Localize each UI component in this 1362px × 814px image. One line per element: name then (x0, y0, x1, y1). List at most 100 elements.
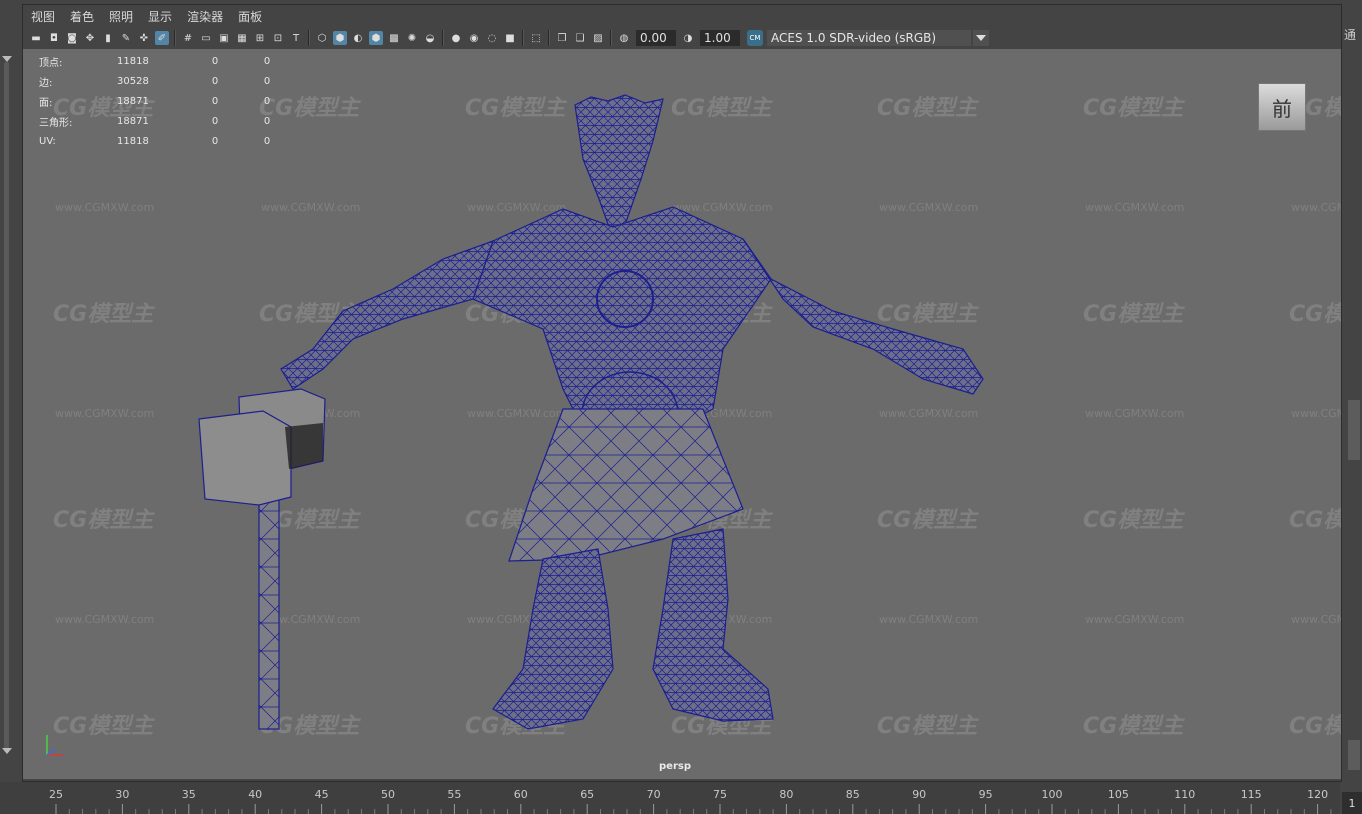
select-camera-icon[interactable]: ▬ (29, 31, 43, 45)
hud-stat-total: 11818 (117, 55, 149, 67)
hud-stat-selected: 0 (211, 135, 219, 147)
hud-stat-extra: 0 (263, 75, 271, 87)
image-plane-icon[interactable]: ✥ (83, 31, 97, 45)
ambient-occlusion-icon[interactable]: ● (449, 31, 463, 45)
bookmarks-icon[interactable]: ◙ (65, 31, 79, 45)
grid-icon[interactable]: # (181, 31, 195, 45)
timeline-ruler[interactable]: 25 30 35 40 45 50 55 60 65 70 75 80 85 90 95 100 105 110 1… (0, 782, 1340, 814)
chevron-down-icon[interactable] (973, 30, 989, 46)
scroll-down-arrow-icon[interactable] (2, 748, 12, 754)
pencil-tool-icon[interactable]: ✐ (155, 31, 169, 45)
shadows-icon[interactable]: ◒ (423, 31, 437, 45)
field-chart-icon[interactable]: ⊞ (253, 31, 267, 45)
hud-stat-label: 边: (39, 77, 53, 89)
hud-stat-extra: 0 (263, 55, 271, 67)
isolate-select-icon[interactable]: ⬚ (529, 31, 543, 45)
right-panel-handle[interactable] (1348, 400, 1360, 460)
resolution-gate-icon[interactable]: ▣ (217, 31, 231, 45)
hud-stat-row: 边: 30528 0 0 (39, 71, 287, 91)
default-material-icon[interactable]: ◐ (351, 31, 365, 45)
timeline-tick-label: 120 (1307, 788, 1328, 801)
hud-stat-row: UV: 11818 0 0 (39, 131, 287, 151)
hud-stat-label: 三角形: (39, 117, 73, 129)
bookmark-icon[interactable]: ▮ (101, 31, 115, 45)
timeline-tick-label: 95 (979, 788, 993, 801)
hud-stat-label: UV: (39, 135, 56, 147)
smooth-shade-icon[interactable]: ⬢ (333, 31, 347, 45)
view-cube-front[interactable]: 前 (1258, 83, 1306, 131)
lights-icon[interactable]: ✺ (405, 31, 419, 45)
safe-title-icon[interactable]: T (289, 31, 303, 45)
hud-stat-extra: 0 (263, 135, 271, 147)
timeline-tick-label: 75 (713, 788, 727, 801)
hud-stat-total: 30528 (117, 75, 149, 87)
hud-stat-selected: 0 (211, 55, 219, 67)
motion-blur-icon[interactable]: ◉ (467, 31, 481, 45)
right-side-strip: 通 (1340, 0, 1362, 780)
hammer-weapon[interactable] (198, 388, 326, 730)
time-slider[interactable]: 25 30 35 40 45 50 55 60 65 70 75 80 85 90 95 100 105 110 1… (0, 782, 1340, 814)
timeline-tick-label: 25 (49, 788, 63, 801)
2d-pan-icon[interactable]: ✜ (137, 31, 151, 45)
gate-mask-icon[interactable]: ▦ (235, 31, 249, 45)
gamma-icon[interactable]: ◑ (681, 31, 695, 45)
wireframe-icon[interactable]: ⬡ (315, 31, 329, 45)
menu-shading[interactable]: 着色 (70, 8, 94, 25)
timeline-tick-label: 60 (514, 788, 528, 801)
color-management-icon[interactable]: CM (747, 30, 763, 46)
xray-active-icon[interactable]: ❑ (573, 31, 587, 45)
timeline-tick-label: 85 (846, 788, 860, 801)
hud-stat-row: 顶点: 11818 0 0 (39, 51, 287, 71)
menu-show[interactable]: 显示 (148, 8, 172, 25)
timeline-tick-label: 40 (248, 788, 262, 801)
gamma-field[interactable]: 1.00 (700, 30, 740, 46)
hud-stat-selected: 0 (211, 75, 219, 87)
backface-culling-icon[interactable]: ▨ (591, 31, 605, 45)
timeline-tick-label: 110 (1174, 788, 1195, 801)
safe-action-icon[interactable]: ⊡ (271, 31, 285, 45)
timeline-tick-label: 90 (912, 788, 926, 801)
timeline-tick-label: 115 (1241, 788, 1262, 801)
timeline-tick-label: 105 (1108, 788, 1129, 801)
menu-renderer[interactable]: 渲染器 (187, 8, 223, 25)
panel-toolbar: ▬ ◘ ◙ ✥ ▮ ✎ ✜ ✐ # ▭ ▣ ▦ ⊞ ⊡ T ⬡ ⬢ ◐ ⬢ ▩ … (23, 27, 1341, 49)
timeline-tick-label: 80 (779, 788, 793, 801)
hud-stat-total: 18871 (117, 115, 149, 127)
vertical-scrollbar[interactable] (4, 62, 9, 752)
timeline-tick-label: 65 (580, 788, 594, 801)
creature-body[interactable] (280, 94, 984, 730)
hud-stat-label: 顶点: (39, 57, 63, 69)
menu-panels[interactable]: 面板 (238, 8, 262, 25)
depth-of-field-icon[interactable]: ■ (503, 31, 517, 45)
hud-stat-total: 11818 (117, 135, 149, 147)
hud-stat-total: 18871 (117, 95, 149, 107)
exposure-icon[interactable]: ◍ (617, 31, 631, 45)
panel-menubar: 视图 着色 照明 显示 渲染器 面板 (23, 5, 1341, 27)
antialiasing-icon[interactable]: ◌ (485, 31, 499, 45)
hud-stat-row: 面: 18871 0 0 (39, 91, 287, 111)
camera-name-label: persp (659, 761, 691, 772)
xray-icon[interactable]: ▩ (387, 31, 401, 45)
timeline-tick-label: 45 (315, 788, 329, 801)
film-gate-icon[interactable]: ▭ (199, 31, 213, 45)
hud-stat-extra: 0 (263, 95, 271, 107)
left-scroll-strip[interactable] (0, 0, 22, 780)
menu-lighting[interactable]: 照明 (109, 8, 133, 25)
timeline-tick-label: 70 (647, 788, 661, 801)
colorspace-select[interactable]: ACES 1.0 SDR-video (sRGB) (767, 30, 971, 46)
right-panel-handle-bottom[interactable] (1348, 740, 1360, 770)
camera-attributes-icon[interactable]: ◘ (47, 31, 61, 45)
wireframe-on-shaded-icon[interactable]: ⬢ (369, 31, 383, 45)
xray-joints-icon[interactable]: ❐ (555, 31, 569, 45)
menu-view[interactable]: 视图 (31, 8, 55, 25)
hud-stat-selected: 0 (211, 95, 219, 107)
timeline-tick-label: 50 (381, 788, 395, 801)
exposure-field[interactable]: 0.00 (636, 30, 676, 46)
3d-viewport[interactable]: CG模型主 www.CGMXW.com CG模型主 www.CGMXW.com CG模型… (23, 49, 1341, 779)
axis-gizmo-icon (46, 735, 63, 756)
current-frame-field[interactable]: 1 (1342, 792, 1362, 814)
grease-pencil-icon[interactable]: ✎ (119, 31, 133, 45)
timeline-tick-label: 30 (115, 788, 129, 801)
hud-stat-selected: 0 (211, 115, 219, 127)
character-wireframe-model[interactable] (23, 49, 1341, 779)
